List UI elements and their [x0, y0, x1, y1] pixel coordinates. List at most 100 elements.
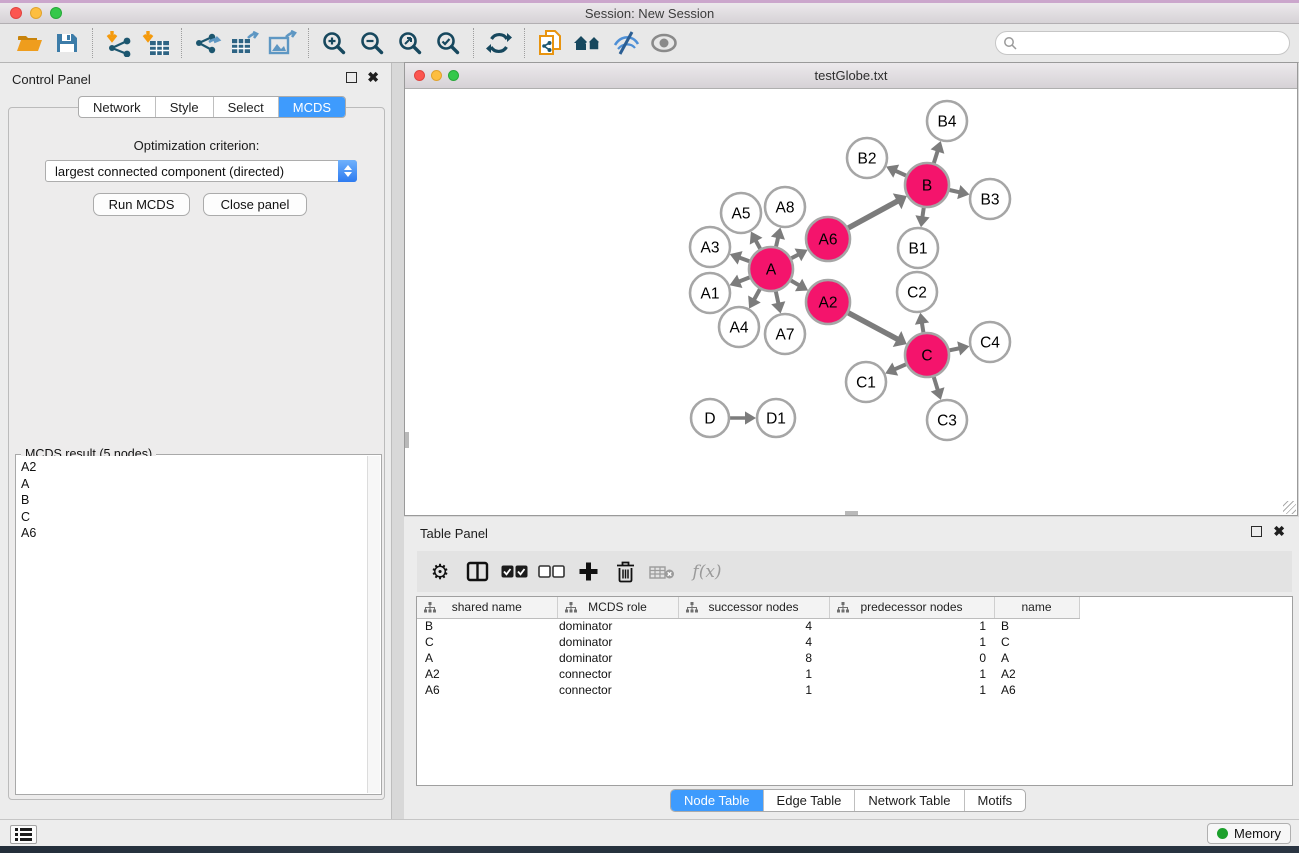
import-table-button[interactable]	[137, 26, 175, 60]
tab-edge-table[interactable]: Edge Table	[764, 790, 856, 811]
memory-button[interactable]: Memory	[1207, 823, 1291, 844]
open-file-button[interactable]	[10, 26, 48, 60]
new-network-from-selection-button[interactable]	[531, 26, 569, 60]
graph-edge-B-B2[interactable]	[895, 171, 906, 176]
run-mcds-button[interactable]: Run MCDS	[93, 193, 190, 216]
graph-node-C3[interactable]: C3	[927, 400, 967, 440]
close-panel-button[interactable]: Close panel	[203, 193, 307, 216]
col-header-successor-nodes[interactable]: successor nodes	[678, 597, 829, 618]
graph-node-C4[interactable]: C4	[970, 322, 1010, 362]
graph-edge-A-A2[interactable]	[791, 281, 800, 286]
network-graph[interactable]: B4 B2 B B3 A5A8A6 A3 B1 A A1 C2 A2 A4A7 C C4 C1 C3 D D1	[405, 89, 1297, 515]
table-row[interactable]: Cdominator41C	[417, 634, 1079, 650]
graph-node-A8[interactable]: A8	[765, 187, 805, 227]
window-resize-grip[interactable]	[1283, 501, 1296, 514]
network-canvas[interactable]: B4 B2 B B3 A5A8A6 A3 B1 A A1 C2 A2 A4A7 C C4 C1 C3 D D1	[405, 89, 1297, 515]
save-session-button[interactable]	[48, 26, 86, 60]
graph-edge-A6-B[interactable]	[848, 201, 898, 228]
first-neighbors-button[interactable]	[569, 26, 607, 60]
tab-style[interactable]: Style	[156, 97, 214, 117]
search-box[interactable]	[995, 31, 1290, 55]
tab-mcds[interactable]: MCDS	[279, 97, 345, 117]
zoom-fit-button[interactable]	[391, 26, 429, 60]
graph-node-A3[interactable]: A3	[690, 227, 730, 267]
graph-node-A5[interactable]: A5	[721, 193, 761, 233]
col-header-predecessor-nodes[interactable]: predecessor nodes	[829, 597, 994, 618]
select-all-columns-button[interactable]	[499, 557, 529, 587]
table-row[interactable]: A2connector11A2	[417, 666, 1079, 682]
mcds-result-list[interactable]: A2ABCA6	[17, 456, 367, 793]
mcds-result-scrollbar[interactable]	[367, 456, 380, 793]
export-image-button[interactable]	[264, 26, 302, 60]
graph-node-C[interactable]: C	[905, 333, 949, 377]
graph-edge-A-A3[interactable]	[739, 258, 749, 262]
horizontal-scroll-thumb[interactable]	[845, 511, 858, 515]
zoom-selected-button[interactable]	[429, 26, 467, 60]
graph-node-B1[interactable]: B1	[898, 228, 938, 268]
mcds-result-item[interactable]: B	[21, 492, 367, 509]
graph-node-A7[interactable]: A7	[765, 314, 805, 354]
float-panel-icon[interactable]	[346, 72, 357, 83]
mcds-result-item[interactable]: A2	[21, 459, 367, 476]
col-header-mcds-role[interactable]: MCDS role	[557, 597, 678, 618]
graph-edge-A-A4[interactable]	[754, 289, 760, 300]
graph-edge-C-C4[interactable]	[950, 348, 960, 350]
tab-select[interactable]: Select	[214, 97, 279, 117]
graph-edge-C-C3[interactable]	[934, 377, 938, 390]
show-column-button[interactable]	[462, 557, 492, 587]
graph-edge-A-A7[interactable]	[776, 291, 779, 303]
delete-table-button[interactable]	[647, 557, 677, 587]
export-network-button[interactable]	[188, 26, 226, 60]
col-header-name[interactable]: name	[994, 597, 1079, 618]
unselect-all-columns-button[interactable]	[536, 557, 566, 587]
graph-node-C1[interactable]: C1	[846, 362, 886, 402]
tab-motifs[interactable]: Motifs	[965, 790, 1026, 811]
tab-network[interactable]: Network	[79, 97, 156, 117]
graph-node-B2[interactable]: B2	[847, 138, 887, 178]
graph-node-A4[interactable]: A4	[719, 307, 759, 347]
graph-edge-B-B1[interactable]	[922, 208, 923, 218]
graph-node-A1[interactable]: A1	[690, 273, 730, 313]
graph-node-B[interactable]: B	[905, 163, 949, 207]
table-row[interactable]: A6connector11A6	[417, 682, 1079, 698]
graph-node-D[interactable]: D	[691, 399, 729, 437]
graph-node-A[interactable]: A	[749, 247, 793, 291]
graph-edge-A-A1[interactable]	[739, 277, 750, 281]
show-hide-details-button[interactable]	[645, 26, 683, 60]
graph-edge-B-B4[interactable]	[934, 151, 938, 163]
network-window-titlebar[interactable]: testGlobe.txt	[405, 63, 1297, 89]
close-panel-icon[interactable]: ✖	[367, 72, 379, 83]
graph-edge-A-A6[interactable]	[791, 254, 798, 258]
graph-edge-C-C1[interactable]	[894, 364, 906, 369]
mcds-result-item[interactable]: C	[21, 509, 367, 526]
function-builder-button[interactable]: f(x)	[684, 557, 730, 587]
export-table-button[interactable]	[226, 26, 264, 60]
show-panels-button[interactable]	[10, 825, 37, 844]
graph-node-D1[interactable]: D1	[757, 399, 795, 437]
delete-column-button[interactable]	[610, 557, 640, 587]
float-table-panel-icon[interactable]	[1251, 526, 1262, 537]
search-input[interactable]	[1018, 36, 1289, 51]
graph-edge-A2-C[interactable]	[848, 313, 898, 340]
hide-graphics-details-button[interactable]	[607, 26, 645, 60]
table-options-button[interactable]: ⚙	[425, 557, 455, 587]
tab-network-table[interactable]: Network Table	[855, 790, 964, 811]
criterion-dropdown[interactable]: largest connected component (directed)	[45, 160, 357, 182]
graph-edge-B-B3[interactable]	[949, 190, 959, 192]
graph-node-B4[interactable]: B4	[927, 101, 967, 141]
col-header-shared-name[interactable]: shared name	[417, 597, 557, 618]
tab-node-table[interactable]: Node Table	[671, 790, 764, 811]
graph-node-A6[interactable]: A6	[806, 217, 850, 261]
import-network-button[interactable]	[99, 26, 137, 60]
graph-node-C2[interactable]: C2	[897, 272, 937, 312]
zoom-in-button[interactable]	[315, 26, 353, 60]
close-table-panel-icon[interactable]: ✖	[1273, 526, 1285, 537]
graph-node-A2[interactable]: A2	[806, 280, 850, 324]
refresh-view-button[interactable]	[480, 26, 518, 60]
graph-edge-C-C2[interactable]	[922, 323, 924, 333]
graph-node-B3[interactable]: B3	[970, 179, 1010, 219]
graph-edge-A-A5[interactable]	[756, 240, 761, 248]
table-row[interactable]: Adominator80A	[417, 650, 1079, 666]
vertical-scroll-thumb[interactable]	[405, 432, 409, 448]
zoom-out-button[interactable]	[353, 26, 391, 60]
